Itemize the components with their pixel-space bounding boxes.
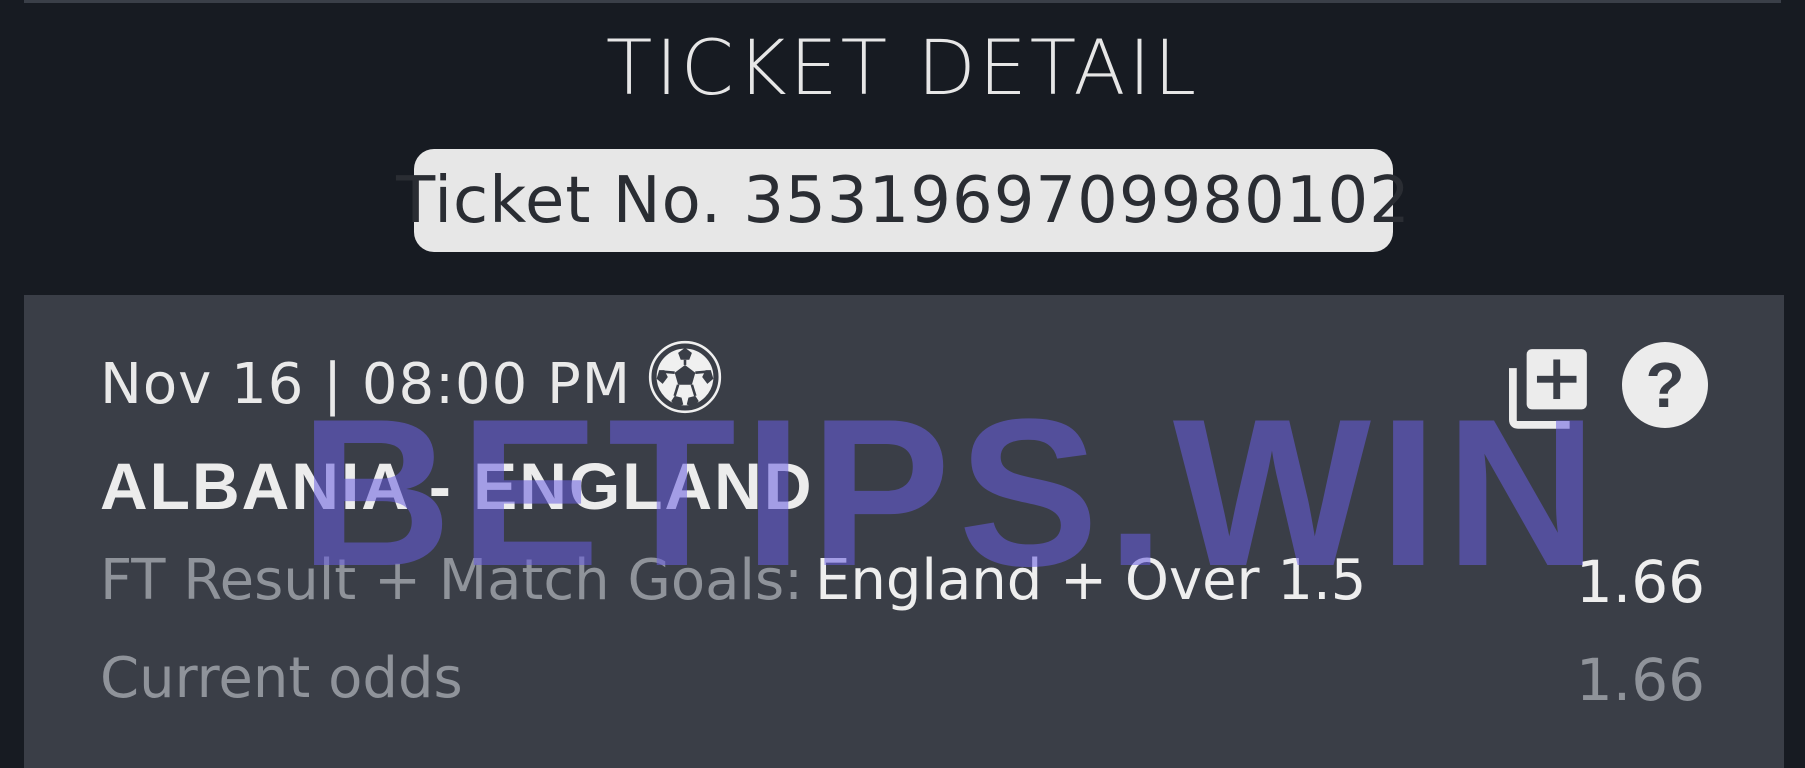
page-title: TICKET DETAIL: [605, 23, 1200, 112]
help-icon[interactable]: ?: [1622, 342, 1708, 428]
help-symbol: ?: [1645, 349, 1685, 421]
current-odds-value: 1.66: [1575, 646, 1705, 714]
match-title: ALBANIA - ENGLAND: [100, 449, 814, 523]
soccer-ball-icon: [645, 337, 725, 417]
bet-odds: 1.66: [1575, 548, 1705, 616]
ticket-number-text: Ticket No. 3531969709980102: [396, 163, 1411, 238]
bet-selection: England + Over 1.5: [815, 548, 1367, 613]
market-label: FT Result + Match Goals:: [100, 548, 804, 613]
add-to-slip-icon[interactable]: [1506, 344, 1592, 430]
ticket-number-badge: Ticket No. 3531969709980102: [396, 149, 1410, 252]
current-odds-label: Current odds: [100, 646, 463, 711]
top-divider: [24, 0, 1781, 3]
event-datetime: Nov 16 | 08:00 PM: [100, 352, 632, 417]
